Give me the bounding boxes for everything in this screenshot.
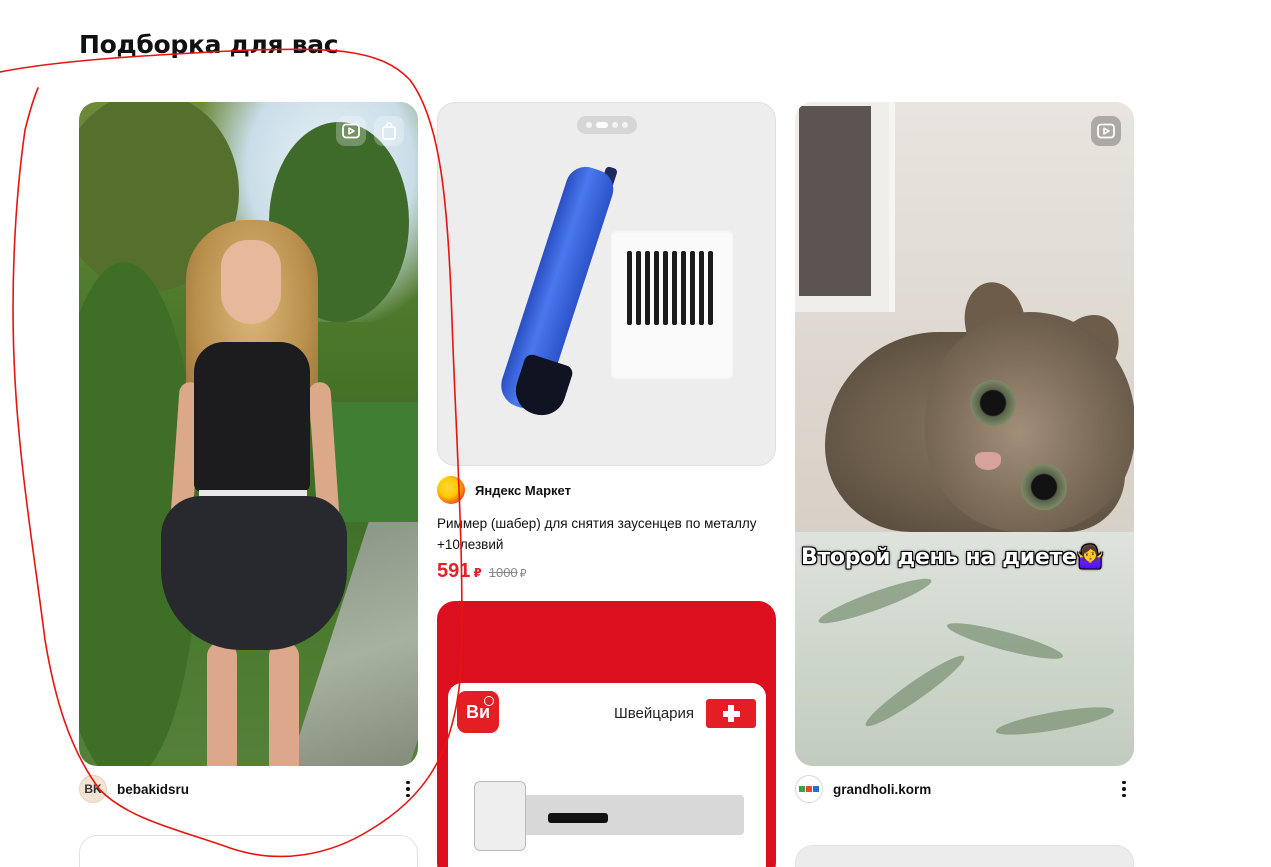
photo-cat-eye <box>1021 464 1067 510</box>
more-options-icon[interactable] <box>398 777 418 801</box>
photo-leg <box>269 642 299 766</box>
carousel-dot <box>612 122 618 128</box>
photo-cat-nose <box>975 452 1001 470</box>
yandex-market-logo-icon <box>437 476 465 504</box>
page-title: Подборка для вас <box>79 30 339 59</box>
carousel-dot <box>622 122 628 128</box>
product-lathe-rest <box>548 813 608 823</box>
source-name: Яндекс Маркет <box>475 482 571 498</box>
carousel-dot-active <box>596 122 608 128</box>
price-old-currency: ₽ <box>519 568 527 580</box>
product-source[interactable]: Яндекс Маркет <box>437 476 571 504</box>
price-current: 591 <box>437 560 471 582</box>
brand-badge-icon <box>484 696 494 706</box>
product-lathe-head <box>474 781 526 851</box>
author-name[interactable]: bebakidsru <box>117 782 189 797</box>
swiss-flag-icon <box>706 699 756 728</box>
next-card-preview[interactable] <box>79 835 418 867</box>
author-name[interactable]: grandholi.korm <box>833 782 931 797</box>
product-title[interactable]: Риммер (шабер) для снятия заусенцев по м… <box>437 513 782 555</box>
vi-brand-logo: Ви <box>457 691 499 733</box>
avatar: BK <box>79 775 107 803</box>
avatar <box>795 775 823 803</box>
ad-country: Швейцария <box>613 705 694 722</box>
video-card-bebakidsru[interactable] <box>79 102 418 766</box>
more-options-icon[interactable] <box>1114 777 1134 801</box>
carousel-indicator <box>577 116 637 134</box>
photo-leg <box>207 642 237 766</box>
product-card-image[interactable] <box>437 102 776 466</box>
product-blades-box <box>611 231 733 379</box>
photo-lawn <box>329 402 418 522</box>
card-author[interactable]: BK bebakidsru <box>79 775 189 803</box>
video-icon <box>1091 116 1121 146</box>
ad-panel: Ви Швейцария <box>448 683 766 867</box>
photo-top <box>194 342 310 492</box>
photo-cat-eye <box>970 380 1016 426</box>
video-icon <box>336 116 366 146</box>
carousel-dot <box>586 122 592 128</box>
card-author[interactable]: grandholi.korm <box>795 775 931 803</box>
photo-skirt <box>161 496 347 650</box>
photo-face <box>221 240 281 324</box>
photo-window <box>795 102 895 312</box>
product-price: 591 ₽ 1000 ₽ <box>437 560 527 583</box>
video-card-grandholi[interactable]: Второй день на диете🤷‍♀️ <box>795 102 1134 766</box>
price-old: 1000 <box>488 565 518 580</box>
video-caption: Второй день на диете🤷‍♀️ <box>801 545 1104 570</box>
price-currency: ₽ <box>473 566 482 580</box>
next-card-preview[interactable] <box>795 845 1134 867</box>
ad-card[interactable]: Ви Швейцария <box>437 601 776 867</box>
shopping-bag-icon[interactable] <box>374 116 404 146</box>
